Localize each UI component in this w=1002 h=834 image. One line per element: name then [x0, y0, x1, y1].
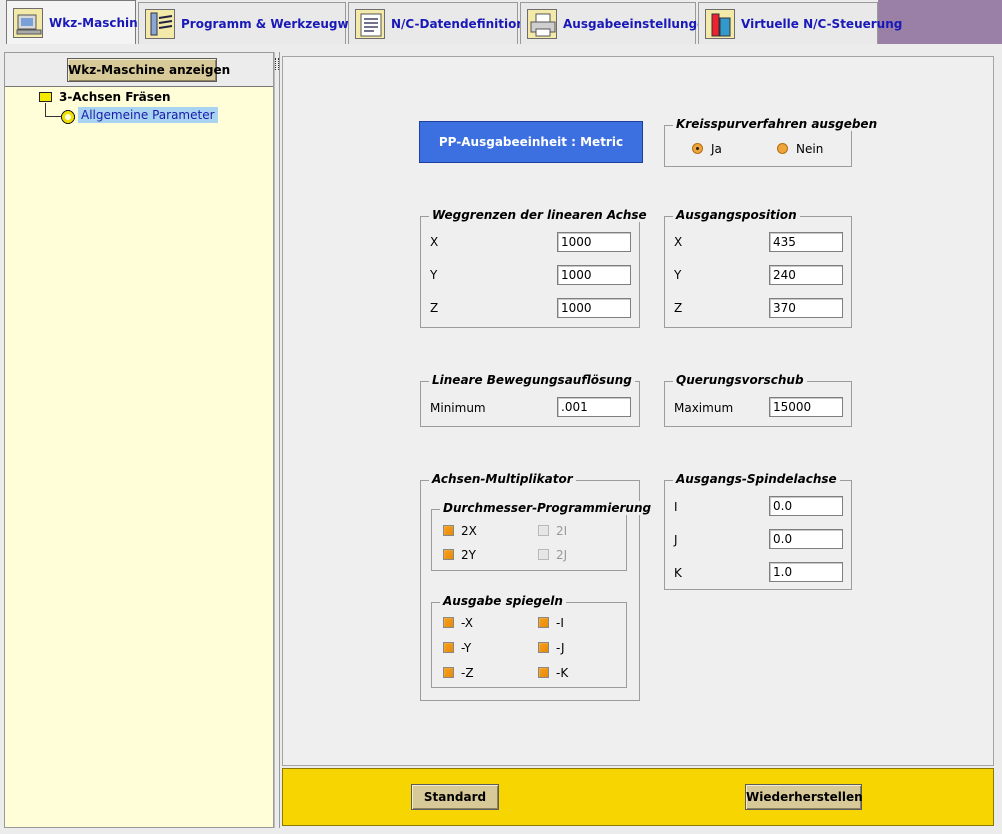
group-title: Weggrenzen der linearen Achse — [429, 208, 650, 222]
group-title: Kreisspurverfahren ausgeben — [673, 117, 881, 131]
default-button[interactable]: Standard — [411, 784, 499, 810]
checkbox-mirror-x[interactable] — [443, 617, 454, 628]
checkbox-2i — [538, 525, 549, 536]
home-y-label: Y — [674, 268, 682, 282]
arc-no-label: Nein — [796, 142, 824, 156]
spindle-k-input[interactable] — [769, 562, 843, 582]
home-y-input[interactable] — [769, 265, 843, 285]
virtual-controller-icon — [705, 8, 735, 39]
splitter-grip-icon[interactable] — [275, 58, 279, 70]
group-title: Ausgabe spiegeln — [440, 594, 566, 608]
checkbox-mirror-j-label: -J — [556, 641, 565, 655]
tab-label: Virtuelle N/C-Steuerung — [741, 16, 903, 31]
group-title: Ausgangs-Spindelachse — [673, 472, 840, 486]
tab-label: Wkz-Maschine — [49, 15, 146, 30]
tab-virtuelle-nc-steuerung[interactable]: Virtuelle N/C-Steuerung — [698, 2, 902, 44]
checkbox-2y-label: 2Y — [461, 548, 476, 562]
checkbox-2x[interactable] — [443, 525, 454, 536]
limit-x-input[interactable] — [557, 232, 631, 252]
group-title: Achsen-Multiplikator — [429, 472, 576, 486]
resolution-min-input[interactable] — [557, 397, 631, 417]
tab-label: N/C-Datendefinitionen — [391, 16, 542, 31]
arc-yes-label: Ja — [711, 142, 722, 156]
checkbox-mirror-k-label: -K — [556, 666, 569, 680]
checkbox-mirror-y[interactable] — [443, 642, 454, 653]
arc-yes-radio[interactable] — [692, 143, 703, 154]
checkbox-mirror-y-label: -Y — [461, 641, 472, 655]
resolution-min-label: Minimum — [430, 401, 486, 415]
checkbox-mirror-k[interactable] — [538, 667, 549, 678]
limit-z-label: Z — [430, 301, 439, 315]
home-z-input[interactable] — [769, 298, 843, 318]
checkbox-mirror-j[interactable] — [538, 642, 549, 653]
gear-icon — [60, 109, 76, 125]
printer-icon — [527, 8, 557, 39]
home-x-input[interactable] — [769, 232, 843, 252]
traverse-max-input[interactable] — [769, 397, 843, 417]
limit-x-label: X — [430, 235, 439, 249]
restore-button[interactable]: Wiederherstellen — [745, 784, 863, 810]
panel-splitter[interactable] — [274, 52, 280, 828]
checkbox-2x-label: 2X — [461, 524, 477, 538]
checkbox-mirror-i-label: -I — [556, 616, 564, 630]
checkbox-2y[interactable] — [443, 549, 454, 560]
checkbox-mirror-i[interactable] — [538, 617, 549, 628]
checkbox-mirror-z-label: -Z — [461, 666, 474, 680]
group-title: Ausgangsposition — [673, 208, 800, 222]
spindle-i-label: I — [674, 500, 678, 514]
tree-root-item[interactable]: 3-Achsen Fräsen — [59, 90, 171, 104]
pp-output-unit-banner: PP-Ausgabeeinheit : Metric — [419, 121, 643, 163]
checkbox-2j — [538, 549, 549, 560]
spindle-i-input[interactable] — [769, 496, 843, 516]
limit-z-input[interactable] — [557, 298, 631, 318]
checkbox-2j-label: 2J — [556, 548, 568, 562]
spindle-k-label: K — [674, 566, 682, 580]
tab-label: Ausgabeeinstellungen — [563, 16, 714, 31]
tab-nc-datendefinitionen[interactable]: N/C-Datendefinitionen — [348, 2, 542, 44]
nc-data-icon — [355, 8, 385, 39]
group-title: Durchmesser-Programmierung — [440, 501, 655, 515]
limit-y-input[interactable] — [557, 265, 631, 285]
tree-connector — [45, 116, 61, 117]
tree-connector — [45, 103, 46, 117]
tree-item-general-parameters[interactable]: Allgemeine Parameter — [78, 107, 218, 123]
home-x-label: X — [674, 235, 683, 249]
tab-programm-werkzeugweg[interactable]: Programm & Werkzeugweg — [138, 2, 365, 44]
tab-ausgabeeinstellungen[interactable]: Ausgabeeinstellungen — [520, 2, 714, 44]
toolpath-icon — [145, 8, 175, 39]
footer-bar — [282, 768, 994, 826]
limit-y-label: Y — [430, 268, 438, 282]
checkbox-mirror-x-label: -X — [461, 616, 473, 630]
spindle-j-input[interactable] — [769, 529, 843, 549]
tab-label: Programm & Werkzeugweg — [181, 16, 366, 31]
checkbox-2i-label: 2I — [556, 524, 568, 538]
show-machine-button[interactable]: Wkz-Maschine anzeigen — [67, 58, 230, 82]
group-title: Lineare Bewegungsauflösung — [429, 373, 635, 387]
group-title: Querungsvorschub — [673, 373, 807, 387]
traverse-max-label: Maximum — [674, 401, 734, 415]
home-z-label: Z — [674, 301, 683, 315]
spindle-j-label: J — [674, 533, 678, 547]
tab-wkz-maschine[interactable]: Wkz-Maschine — [6, 0, 146, 44]
checkbox-mirror-z[interactable] — [443, 667, 454, 678]
machine-tree-panel: Wkz-Maschine anzeigen 3-Achsen Fräsen Al… — [4, 52, 274, 828]
arc-no-radio[interactable] — [777, 143, 788, 154]
machine-icon — [13, 7, 43, 38]
folder-icon — [39, 92, 52, 102]
